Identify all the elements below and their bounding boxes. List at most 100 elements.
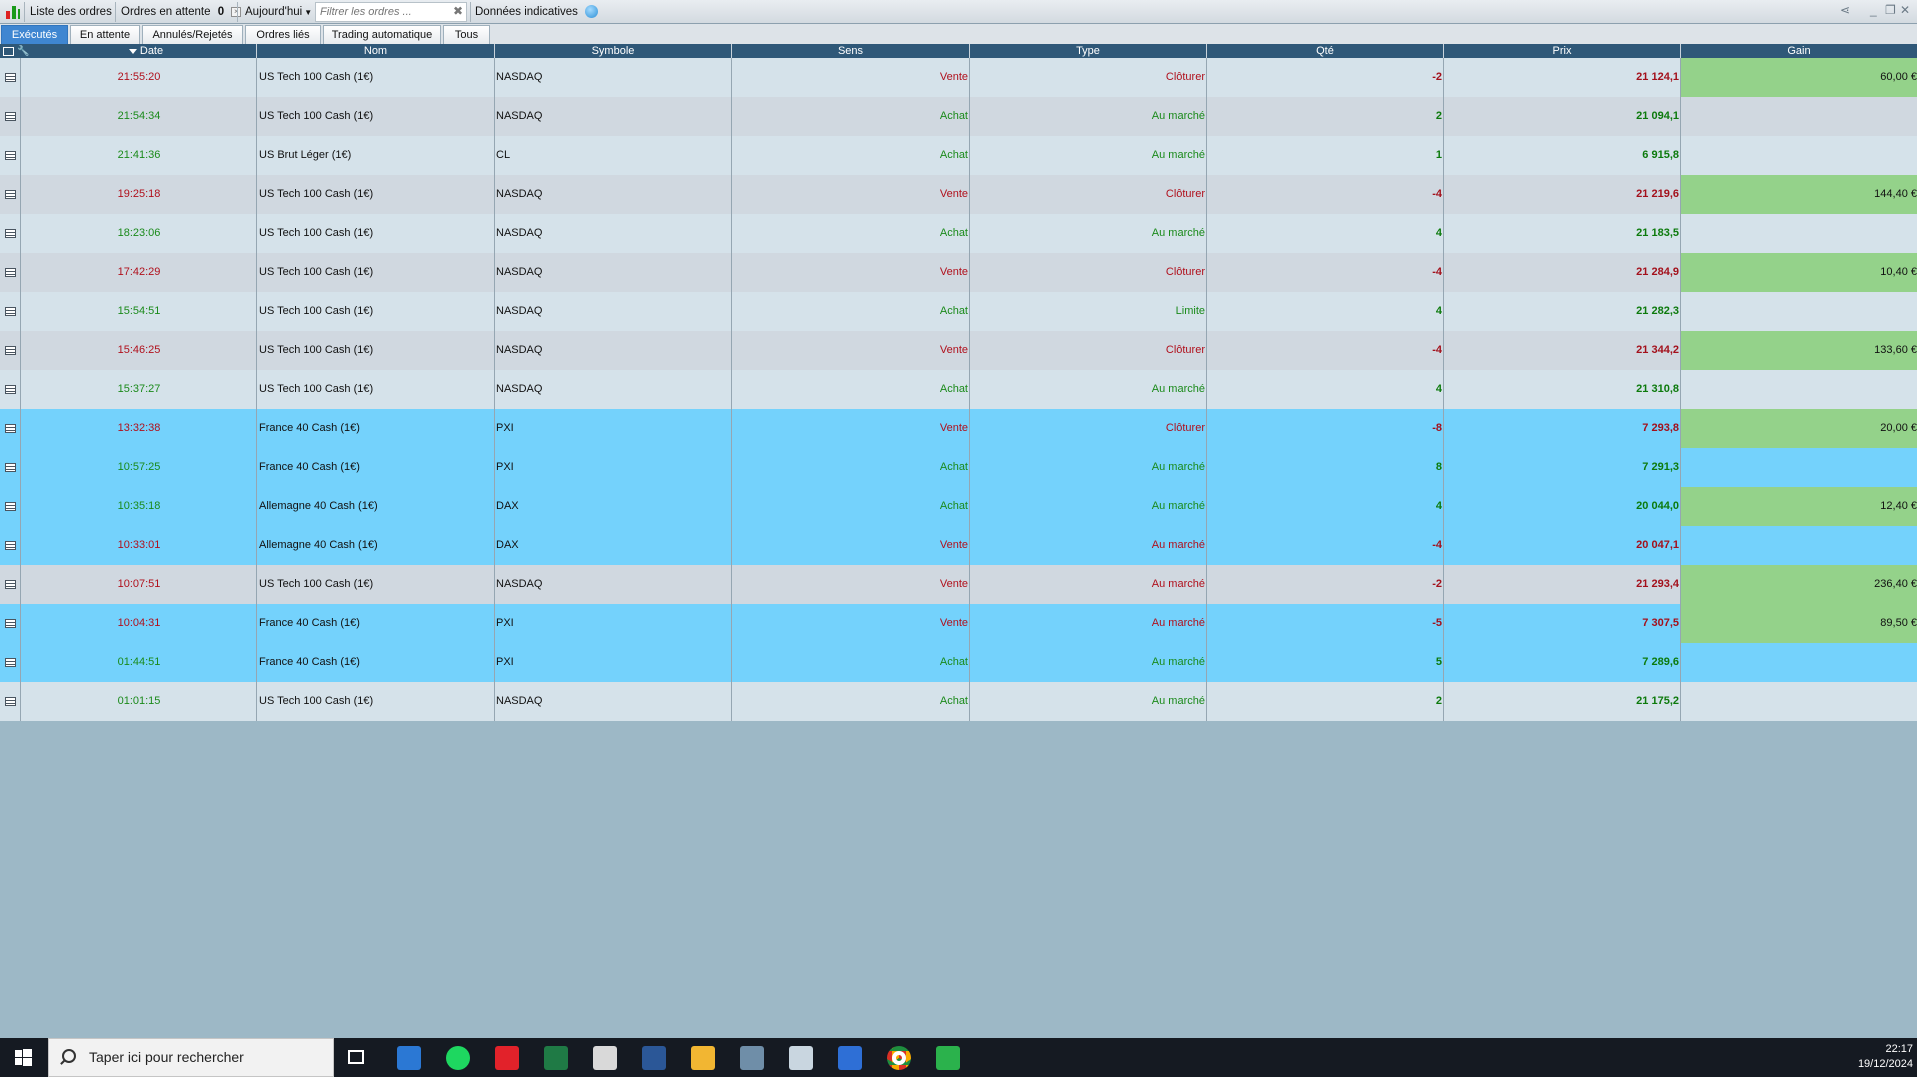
tab-cancelled-rejected[interactable]: Annulés/Rejetés [142,25,243,44]
share-icon[interactable]: ⋖ [1840,3,1850,17]
chrome-icon[interactable] [887,1046,911,1070]
calculator-icon[interactable] [740,1046,764,1070]
tab-automatic-trading[interactable]: Trading automatique [323,25,441,44]
grid-options[interactable]: 🔧 [0,44,36,58]
order-detail-icon[interactable] [4,462,16,472]
order-detail-icon[interactable] [4,72,16,82]
file-explorer-icon[interactable] [691,1046,715,1070]
row-detail-icon[interactable] [0,487,20,526]
excel-icon[interactable] [544,1046,568,1070]
system-clock[interactable]: 22:17 19/12/2024 [1858,1042,1913,1072]
order-row[interactable]: 15:54:51 US Tech 100 Cash (1€) NASDAQ Achat… [0,292,1917,331]
order-row[interactable]: 10:07:51 US Tech 100 Cash (1€) NASDAQ Vente… [0,565,1917,604]
column-date[interactable]: Date [36,44,256,58]
restore-icon[interactable]: ❐ [1885,3,1896,17]
trading-chart-icon[interactable] [936,1046,960,1070]
order-detail-icon[interactable] [4,345,16,355]
tab-all[interactable]: Tous [443,25,490,44]
row-detail-icon[interactable] [0,604,20,643]
order-detail-icon[interactable] [4,423,16,433]
order-row[interactable]: 15:46:25 US Tech 100 Cash (1€) NASDAQ Vente… [0,331,1917,370]
paint-icon[interactable] [789,1046,813,1070]
windows-start-icon[interactable] [0,1038,46,1077]
column-symbole[interactable]: Symbole [494,44,731,58]
row-detail-icon[interactable] [0,331,20,370]
row-detail-icon[interactable] [0,292,20,331]
app-arrow-icon[interactable] [838,1046,862,1070]
order-row[interactable]: 18:23:06 US Tech 100 Cash (1€) NASDAQ Achat… [0,214,1917,253]
order-detail-icon[interactable] [4,111,16,121]
sort-desc-icon [128,48,137,54]
order-row[interactable]: 10:33:01 Allemagne 40 Cash (1€) DAX Vente Au… [0,526,1917,565]
order-detail-icon[interactable] [4,306,16,316]
app-blue-icon[interactable] [397,1046,421,1070]
row-detail-icon[interactable] [0,175,20,214]
column-nom[interactable]: Nom [256,44,494,58]
cell-date: 15:54:51 [20,292,257,331]
row-detail-icon[interactable] [0,97,20,136]
row-detail-icon[interactable] [0,370,20,409]
ig-icon[interactable] [495,1046,519,1070]
order-detail-icon[interactable] [4,267,16,277]
row-detail-icon[interactable] [0,136,20,175]
column-type[interactable]: Type [969,44,1206,58]
column-gain[interactable]: Gain [1680,44,1917,58]
row-detail-icon[interactable] [0,682,20,721]
spotify-icon[interactable] [446,1046,470,1070]
row-detail-icon[interactable] [0,253,20,292]
order-detail-icon[interactable] [4,579,16,589]
column-sens[interactable]: Sens [731,44,969,58]
row-detail-icon[interactable] [0,565,20,604]
order-row[interactable]: 01:01:15 US Tech 100 Cash (1€) NASDAQ Achat… [0,682,1917,721]
order-row[interactable]: 21:41:36 US Brut Léger (1€) CL Achat Au marc… [0,136,1917,175]
tab-linked-orders[interactable]: Ordres liés [245,25,321,44]
order-detail-icon[interactable] [4,150,16,160]
order-detail-icon[interactable] [4,696,16,706]
row-detail-icon[interactable] [0,643,20,682]
pending-orders-button[interactable]: Ordres en attente 0 × [121,2,242,22]
row-detail-icon[interactable] [0,409,20,448]
task-view-icon[interactable] [348,1050,364,1064]
order-detail-icon[interactable] [4,189,16,199]
period-dropdown[interactable]: Aujourd'hui ▼ [245,2,312,22]
taskbar-search[interactable]: Taper ici pour rechercher [48,1038,334,1077]
cell-gain: 133,60 € [1680,331,1917,370]
filter-orders-input[interactable] [316,3,444,21]
row-detail-icon[interactable] [0,58,20,97]
order-row[interactable]: 10:57:25 France 40 Cash (1€) PXI Achat Au ma… [0,448,1917,487]
cell-sens: Vente [731,253,970,292]
order-detail-icon[interactable] [4,384,16,394]
order-row[interactable]: 10:04:31 France 40 Cash (1€) PXI Vente Au ma… [0,604,1917,643]
cell-prix: 21 282,3 [1443,292,1681,331]
cell-sens: Achat [731,448,970,487]
order-row[interactable]: 21:55:20 US Tech 100 Cash (1€) NASDAQ Vente… [0,58,1917,97]
order-detail-icon[interactable] [4,540,16,550]
order-row[interactable]: 17:42:29 US Tech 100 Cash (1€) NASDAQ Vente… [0,253,1917,292]
cell-qte: -4 [1206,331,1444,370]
order-row[interactable]: 13:32:38 France 40 Cash (1€) PXI Vente Clôtu… [0,409,1917,448]
minimize-icon[interactable]: _ [1870,3,1877,17]
order-row[interactable]: 21:54:34 US Tech 100 Cash (1€) NASDAQ Achat… [0,97,1917,136]
order-row[interactable]: 01:44:51 France 40 Cash (1€) PXI Achat Au ma… [0,643,1917,682]
indicative-data-indicator[interactable]: Données indicatives [475,2,599,22]
clear-filter-icon[interactable]: ✖ [453,4,463,18]
row-detail-icon[interactable] [0,448,20,487]
order-detail-icon[interactable] [4,657,16,667]
word-icon[interactable] [642,1046,666,1070]
tab-pending[interactable]: En attente [70,25,140,44]
orders-list-label[interactable]: Liste des ordres [30,2,112,22]
order-detail-icon[interactable] [4,618,16,628]
order-row[interactable]: 19:25:18 US Tech 100 Cash (1€) NASDAQ Vente… [0,175,1917,214]
order-row[interactable]: 15:37:27 US Tech 100 Cash (1€) NASDAQ Achat… [0,370,1917,409]
order-detail-icon[interactable] [4,501,16,511]
row-detail-icon[interactable] [0,526,20,565]
row-detail-icon[interactable] [0,214,20,253]
cell-gain [1680,214,1917,253]
tab-executes[interactable]: Exécutés [1,25,68,44]
column-prix[interactable]: Prix [1443,44,1680,58]
order-row[interactable]: 10:35:18 Allemagne 40 Cash (1€) DAX Achat Au… [0,487,1917,526]
order-detail-icon[interactable] [4,228,16,238]
column-qte[interactable]: Qté [1206,44,1443,58]
scanner-icon[interactable] [593,1046,617,1070]
close-window-icon[interactable]: ✕ [1900,3,1910,17]
